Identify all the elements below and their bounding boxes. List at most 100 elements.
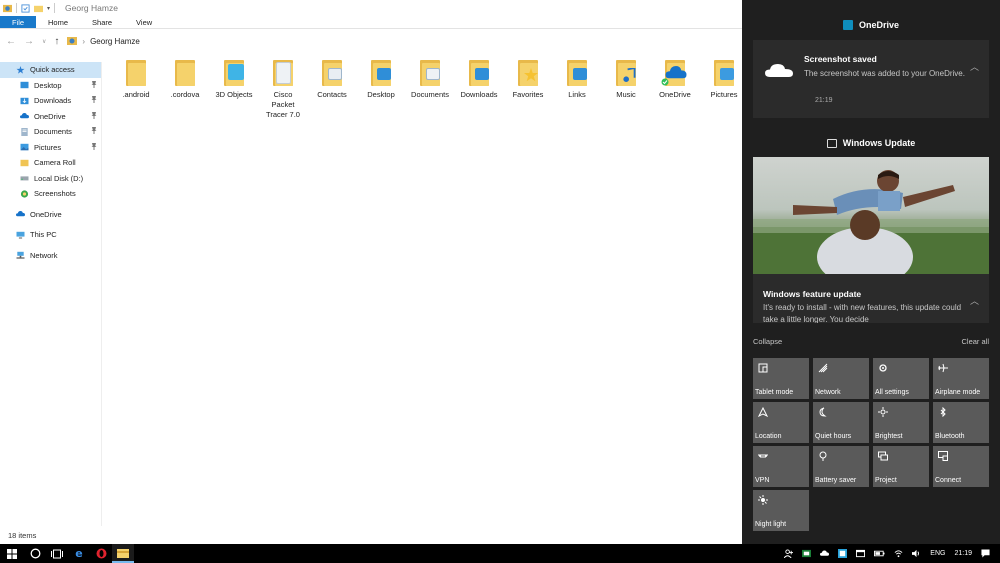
- folder-icon: [614, 58, 638, 86]
- folder-item-desktop[interactable]: Desktop: [355, 58, 407, 100]
- battery-icon[interactable]: [874, 549, 885, 558]
- screenshots-folder-icon: [20, 190, 29, 198]
- folder-item-music[interactable]: Music: [600, 58, 652, 100]
- sidebar-item-this-pc[interactable]: This PC: [0, 227, 101, 243]
- network-icon: [818, 363, 828, 373]
- windows-feature-update-notification[interactable]: Windows feature update It's ready to ins…: [753, 157, 989, 323]
- wifi-icon[interactable]: [894, 549, 903, 558]
- taskbar-app-file-explorer[interactable]: [112, 544, 134, 563]
- quick-action-battery-saver[interactable]: Battery saver: [813, 446, 869, 487]
- folder-item-downloads[interactable]: Downloads: [453, 58, 505, 100]
- pin-icon: [91, 96, 97, 105]
- up-arrow-icon[interactable]: ↑: [54, 36, 59, 47]
- notification-body: The screenshot was added to your OneDriv…: [804, 69, 965, 78]
- customize-qat-chevron-icon[interactable]: ▾: [47, 5, 50, 12]
- input-language[interactable]: ENG: [930, 550, 945, 557]
- clear-all-link[interactable]: Clear all: [961, 337, 989, 346]
- pin-icon: [91, 111, 97, 121]
- start-button[interactable]: [0, 544, 24, 563]
- folder-icon: [222, 58, 246, 86]
- sidebar-item-pictures[interactable]: Pictures: [0, 140, 101, 156]
- pictures-folder-icon: [20, 143, 29, 151]
- folder-item-favorites[interactable]: Favorites: [502, 58, 554, 100]
- expand-chevron-up-icon[interactable]: ︿: [970, 294, 979, 307]
- taskbar-app-opera[interactable]: [90, 544, 112, 563]
- folder-item-3d-objects[interactable]: 3D Objects: [208, 58, 260, 100]
- back-arrow-icon[interactable]: ←: [6, 36, 16, 47]
- sidebar-item-documents[interactable]: Documents: [0, 124, 101, 140]
- screenshot-saved-notification[interactable]: Screenshot saved The screenshot was adde…: [753, 40, 989, 118]
- folder-item-android[interactable]: .android: [110, 58, 162, 100]
- quick-action-vpn[interactable]: VPN: [753, 446, 809, 487]
- file-explorer-icon: [117, 548, 129, 558]
- project-icon: [878, 451, 888, 461]
- sidebar-item-label: Downloads: [34, 96, 72, 106]
- sidebar-item-network[interactable]: Network: [0, 248, 101, 264]
- folder-label: Links: [568, 90, 586, 99]
- folder-item-cisco-packet-tracer-7-0[interactable]: Cisco Packet Tracer 7.0: [257, 58, 309, 120]
- tab-view[interactable]: View: [124, 16, 164, 28]
- sidebar-item-downloads[interactable]: Downloads: [0, 93, 101, 109]
- tab-file[interactable]: File: [0, 16, 36, 28]
- tablet-icon: [758, 363, 768, 373]
- quick-action-connect[interactable]: Connect: [933, 446, 989, 487]
- expand-chevron-up-icon[interactable]: ︿: [970, 60, 979, 73]
- clock[interactable]: 21:19: [954, 550, 972, 557]
- quick-action-all-settings[interactable]: All settings: [873, 358, 929, 399]
- quick-action-night-light[interactable]: Night light: [753, 490, 809, 531]
- action-center-icon[interactable]: [981, 549, 990, 558]
- folder-label: .android: [122, 90, 150, 99]
- taskbar-app-edge[interactable]: e: [68, 544, 90, 563]
- window-title: Georg Hamze: [65, 3, 118, 13]
- file-explorer-window: ▾ Georg Hamze File Home Share View ← → ∨…: [0, 0, 742, 544]
- breadcrumb-current[interactable]: Georg Hamze: [90, 37, 140, 46]
- volume-icon[interactable]: [912, 549, 921, 558]
- folder-icon: [516, 58, 540, 86]
- sidebar-item-screenshots[interactable]: Screenshots: [0, 186, 101, 202]
- folder-item-documents[interactable]: Documents: [404, 58, 456, 100]
- quick-action-location[interactable]: Location: [753, 402, 809, 443]
- quick-action-network[interactable]: Network: [813, 358, 869, 399]
- pin-icon: [91, 142, 97, 152]
- app-tray-icon[interactable]: [838, 549, 848, 558]
- quick-action-brightest[interactable]: Brightest: [873, 402, 929, 443]
- sidebar-item-label: Screenshots: [34, 189, 76, 199]
- onedrive-notification-group-header[interactable]: OneDrive: [742, 14, 1000, 36]
- cortana-button[interactable]: [24, 544, 46, 563]
- user-folder-icon: [3, 4, 12, 12]
- onedrive-tray-icon[interactable]: [820, 549, 830, 558]
- sidebar-item-camera-roll[interactable]: Camera Roll: [0, 155, 101, 171]
- people-icon[interactable]: [784, 549, 794, 558]
- sidebar-item-local-disk-d[interactable]: Local Disk (D:): [0, 171, 101, 187]
- folder-item-cordova[interactable]: .cordova: [159, 58, 211, 100]
- sidebar-item-label: Network: [30, 250, 58, 260]
- quick-action-airplane-mode[interactable]: Airplane mode: [933, 358, 989, 399]
- properties-icon[interactable]: [21, 3, 30, 13]
- security-shield-icon[interactable]: [802, 549, 812, 558]
- sidebar-item-desktop[interactable]: Desktop: [0, 78, 101, 94]
- edge-icon: e: [75, 547, 83, 560]
- quick-action-project[interactable]: Project: [873, 446, 929, 487]
- folder-item-contacts[interactable]: Contacts: [306, 58, 358, 100]
- quick-action-label: VPN: [755, 477, 770, 484]
- windows-update-notification-group-header[interactable]: Windows Update: [742, 133, 1000, 153]
- tab-share[interactable]: Share: [80, 16, 124, 28]
- recent-locations-chevron-icon[interactable]: ∨: [42, 38, 46, 45]
- quick-action-label: Tablet mode: [755, 389, 794, 396]
- quick-action-bluetooth[interactable]: Bluetooth: [933, 402, 989, 443]
- breadcrumb[interactable]: › Georg Hamze: [67, 36, 140, 46]
- quick-action-tablet-mode[interactable]: Tablet mode: [753, 358, 809, 399]
- sidebar-item-quick-access[interactable]: Quick access: [0, 62, 101, 78]
- tab-home[interactable]: Home: [36, 16, 80, 28]
- task-view-button[interactable]: [46, 544, 68, 563]
- address-bar: ← → ∨ ↑ › Georg Hamze: [0, 29, 742, 53]
- sidebar-item-onedrive[interactable]: OneDrive: [0, 207, 101, 223]
- folder-item-links[interactable]: Links: [551, 58, 603, 100]
- sidebar-item-onedrive[interactable]: OneDrive: [0, 109, 101, 125]
- quick-action-quiet-hours[interactable]: Quiet hours: [813, 402, 869, 443]
- collapse-link[interactable]: Collapse: [753, 337, 782, 346]
- folder-item-onedrive[interactable]: OneDrive: [649, 58, 701, 100]
- forward-arrow-icon[interactable]: →: [24, 36, 34, 47]
- new-folder-icon[interactable]: [34, 4, 43, 13]
- window-tray-icon[interactable]: [856, 549, 866, 558]
